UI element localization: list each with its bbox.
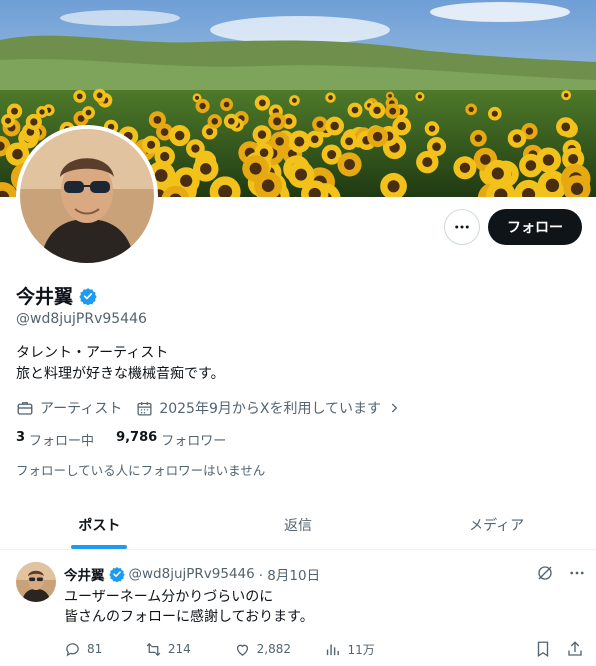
following-count: 3 — [16, 430, 26, 445]
views-button[interactable]: 11万 — [324, 641, 534, 658]
post-actions: 81 214 2,882 11万 — [64, 640, 584, 658]
tab-replies[interactable]: 返信 — [199, 500, 398, 549]
like-count: 2,882 — [256, 642, 291, 656]
profile-meta: アーティスト 2025年9月からXを利用しています — [16, 398, 415, 418]
views-count: 11万 — [347, 642, 375, 657]
tab-label: メディア — [469, 517, 525, 534]
verified-badge-icon — [108, 567, 125, 582]
post-date[interactable]: · 8月10日 — [259, 564, 320, 584]
repost-button[interactable]: 214 — [145, 641, 234, 658]
following-link[interactable]: 3 フォロー中 — [16, 430, 94, 449]
profile-bio: タレント・アーティスト 旅と料理が好きな機械音痴です。 — [16, 343, 225, 385]
followers-count: 9,786 — [116, 430, 158, 445]
post-header: 今井翼 @wd8jujPRv95446 · 8月10日 — [64, 564, 320, 584]
profile-handle: @wd8jujPRv95446 — [16, 311, 147, 327]
tab-media[interactable]: メディア — [397, 500, 596, 549]
post-author-name[interactable]: 今井翼 — [64, 564, 105, 584]
reply-icon — [66, 642, 79, 657]
reply-button[interactable]: 81 — [64, 641, 145, 658]
chevron-right-icon — [391, 403, 398, 413]
post-text-line: 皆さんのフォローに感謝しております。 — [64, 609, 314, 625]
bookmark-icon[interactable] — [534, 640, 552, 658]
joined-date[interactable]: 2025年9月からXを利用しています — [136, 398, 401, 418]
followers-link[interactable]: 9,786 フォロワー — [116, 430, 226, 449]
calendar-icon — [137, 401, 152, 416]
more-icon[interactable] — [568, 564, 586, 582]
follow-counts: 3 フォロー中 9,786 フォロワー — [16, 430, 248, 449]
repost-count: 214 — [167, 642, 191, 656]
profile-avatar[interactable] — [16, 125, 158, 267]
mutual-followers-text: フォローしている人にフォロワーはいません — [16, 463, 266, 478]
post-extra-actions — [534, 640, 584, 658]
repost-icon — [146, 642, 161, 656]
post-top-actions — [536, 564, 586, 582]
profile-tabs: ポスト 返信 メディア — [0, 500, 596, 550]
verified-badge-icon — [79, 287, 97, 305]
bio-line: 旅と料理が好きな機械音痴です。 — [16, 366, 225, 382]
like-button[interactable]: 2,882 — [234, 641, 325, 658]
post-text-line: ユーザーネーム分かりづらいのに — [64, 589, 274, 605]
profile-name: 今井翼 — [16, 286, 74, 308]
briefcase-icon — [17, 402, 33, 415]
follow-button[interactable]: フォロー — [488, 209, 582, 245]
more-options-button[interactable] — [444, 209, 480, 245]
tab-label: ポスト — [78, 517, 121, 534]
tab-label: 返信 — [284, 517, 312, 534]
category-label: アーティスト — [40, 401, 123, 417]
reply-count: 81 — [87, 642, 103, 656]
joined-label: 2025年9月からXを利用しています — [159, 401, 382, 417]
following-label: フォロー中 — [29, 434, 95, 449]
bio-line: タレント・アーティスト — [16, 345, 169, 361]
post-item[interactable]: 今井翼 @wd8jujPRv95446 · 8月10日 ユーザーネーム分かりづら… — [0, 550, 596, 666]
tab-posts[interactable]: ポスト — [0, 500, 199, 549]
category: アーティスト — [16, 398, 122, 418]
post-avatar[interactable] — [16, 562, 56, 602]
post-text: ユーザーネーム分かりづらいのに 皆さんのフォローに感謝しております。 — [64, 587, 314, 627]
views-chart-icon — [327, 644, 340, 655]
active-tab-indicator — [71, 545, 128, 549]
more-icon — [455, 225, 469, 229]
followers-label: フォロワー — [161, 434, 227, 449]
post-author-handle[interactable]: @wd8jujPRv95446 — [129, 566, 255, 582]
grok-icon[interactable] — [536, 564, 554, 582]
share-icon[interactable] — [566, 640, 584, 658]
heart-icon — [236, 644, 248, 656]
profile-name-row: 今井翼 — [16, 282, 97, 309]
